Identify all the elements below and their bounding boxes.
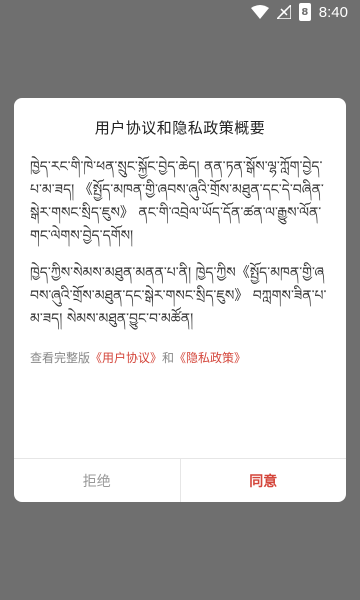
paragraph-consent: ཁྱེད་ཀྱིས་སེམས་མཐུན་མནན་པ་ནི། ཁྱེད་ཀྱིས《… <box>30 265 327 327</box>
dialog-content: ཁྱེད་རང་གི་ཁེ་ཕན་སྲུང་སྐྱོང་བྱེད་ཆེད། ནན… <box>14 156 346 456</box>
paragraph-intro: ཁྱེད་རང་གི་ཁེ་ཕན་སྲུང་སྐྱོང་བྱེད་ཆེད། ནན… <box>30 159 324 244</box>
agree-button[interactable]: 同意 <box>181 459 347 502</box>
wifi-icon <box>250 5 269 19</box>
decline-button[interactable]: 拒绝 <box>14 459 181 502</box>
dialog-buttons: 拒绝 同意 <box>14 458 346 502</box>
clock: 8:40 <box>318 3 348 21</box>
agreement-dialog: 用户协议和隐私政策概要 ཁྱེད་རང་གི་ཁེ་ཕན་སྲུང་སྐྱོང་… <box>14 98 346 502</box>
battery-icon: 8 <box>298 3 311 21</box>
user-agreement-link[interactable]: 《用户协议》 <box>90 351 162 365</box>
signal-icon <box>276 5 291 19</box>
status-bar: 8 8:40 <box>0 0 360 24</box>
policy-links: 查看完整版《用户协议》和《隐私政策》 <box>30 349 330 366</box>
dialog-title: 用户协议和隐私政策概要 <box>94 118 266 137</box>
privacy-policy-link[interactable]: 《隐私政策》 <box>174 351 246 365</box>
battery-label: 8 <box>301 6 309 18</box>
links-prefix: 查看完整版 <box>30 351 91 365</box>
links-and: 和 <box>162 351 175 365</box>
